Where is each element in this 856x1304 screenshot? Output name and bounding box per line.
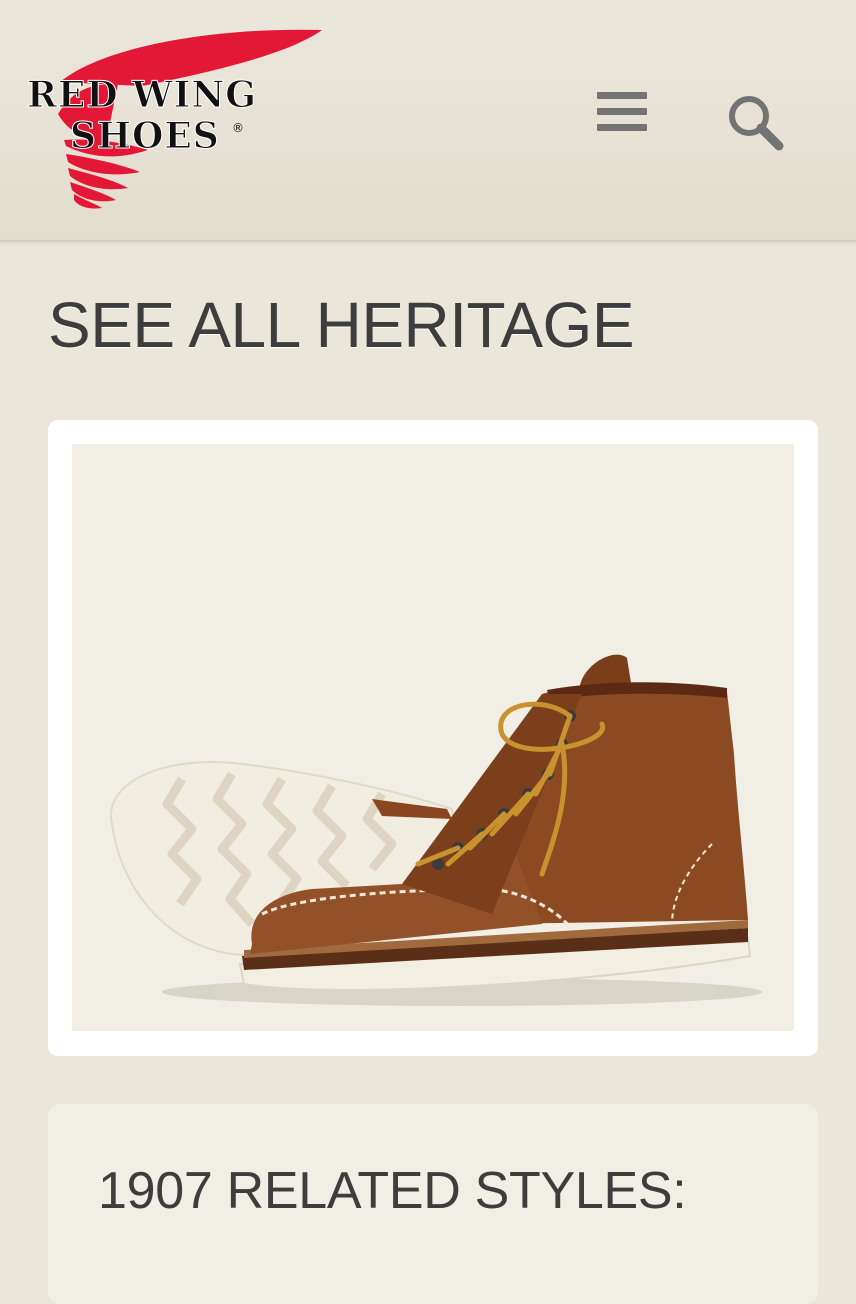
page-title: SEE ALL HERITAGE bbox=[48, 289, 635, 361]
site-header: RED WING SHOES ® bbox=[0, 0, 856, 242]
logo-text-line2: SHOES bbox=[70, 115, 220, 157]
red-wing-logo[interactable]: RED WING SHOES ® bbox=[22, 22, 332, 212]
related-styles-section: 1907 RELATED STYLES: bbox=[48, 1104, 818, 1304]
search-icon[interactable] bbox=[725, 92, 789, 156]
related-styles-title: 1907 RELATED STYLES: bbox=[98, 1162, 687, 1220]
hamburger-menu-icon[interactable] bbox=[592, 92, 652, 142]
product-image[interactable] bbox=[72, 444, 794, 1031]
logo-text-line1: RED WING bbox=[27, 74, 257, 116]
product-card[interactable] bbox=[48, 420, 818, 1056]
registered-mark: ® bbox=[232, 121, 244, 135]
